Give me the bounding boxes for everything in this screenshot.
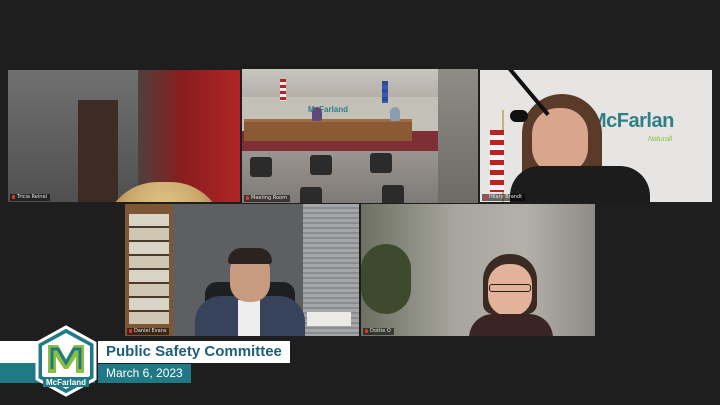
participant-name-tag: Daniel Evans <box>127 328 170 335</box>
chair-icon <box>250 157 272 177</box>
participant-name: Dottie O <box>370 328 391 334</box>
flag-icon <box>382 81 388 103</box>
chair-icon <box>382 185 404 203</box>
participant-name-tag: Dottie O <box>363 328 394 335</box>
banner-date: March 6, 2023 <box>98 364 191 383</box>
mic-muted-icon <box>484 195 487 199</box>
participant-name: Daniel Evans <box>134 328 167 334</box>
mic-muted-icon <box>246 196 249 200</box>
chair-icon <box>300 187 322 203</box>
mic-muted-icon <box>12 195 15 199</box>
participant-name: Meeting Room <box>251 195 287 201</box>
mic-muted-icon <box>129 329 132 333</box>
mic-muted-icon <box>365 329 368 333</box>
banner-title: Public Safety Committee <box>98 341 290 363</box>
participant-body <box>510 166 650 202</box>
background-door <box>78 100 118 202</box>
participant-name: Hilary Brandt <box>489 194 523 200</box>
person-icon <box>390 107 400 121</box>
flag-icon <box>280 79 286 101</box>
chair-icon <box>310 155 332 175</box>
background-sign: McFarlan <box>590 110 674 132</box>
video-tile-hilary[interactable]: McFarlan Naturall Hilary Brandt <box>480 70 712 202</box>
chair-icon <box>370 153 392 173</box>
room-side-screen <box>438 69 478 203</box>
participant-hair <box>228 248 272 264</box>
books <box>129 214 169 324</box>
plant-icon <box>361 244 411 314</box>
video-tile-dottie[interactable]: Dottie O <box>361 204 595 336</box>
participant-shirt <box>238 300 260 336</box>
council-dais <box>244 119 412 141</box>
participant-face <box>532 108 588 174</box>
video-tile-daniel[interactable]: Daniel Evans <box>125 204 359 336</box>
background-sign-subtext: Naturall <box>648 136 673 143</box>
video-conference-stage: Tricia Reinel McFarland Meeting Room McF… <box>0 0 720 405</box>
participant-name-tag: Hilary Brandt <box>482 194 526 201</box>
participant-name: Tricia Reinel <box>17 194 47 200</box>
participant-body <box>469 314 553 336</box>
participant-name-tag: Meeting Room <box>244 195 290 202</box>
logo-text: McFarland <box>46 378 86 387</box>
mcfarland-logo-icon: McFarland <box>34 325 98 397</box>
microphone-icon <box>510 110 528 122</box>
participant-name-tag: Tricia Reinel <box>10 194 50 201</box>
logo-shape: McFarland <box>35 325 97 397</box>
participant-glasses <box>489 284 531 292</box>
person-icon <box>312 107 322 121</box>
video-tile-meeting-room[interactable]: McFarland Meeting Room <box>242 69 478 203</box>
desk-papers <box>307 312 351 326</box>
video-tile-tricia[interactable]: Tricia Reinel <box>8 70 240 202</box>
background-wall <box>8 70 138 202</box>
us-flag-icon <box>490 130 504 192</box>
